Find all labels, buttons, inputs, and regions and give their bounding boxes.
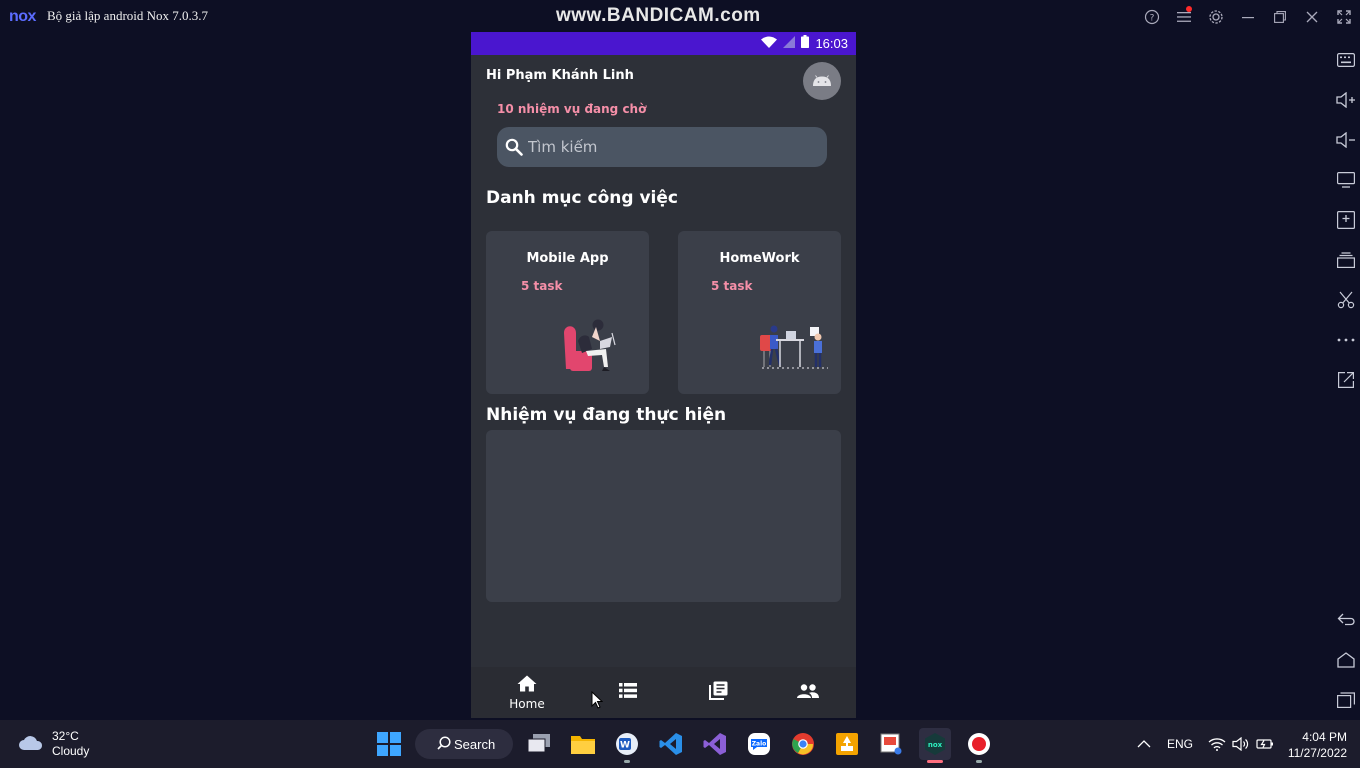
home-icon bbox=[517, 675, 537, 696]
vscode-icon[interactable] bbox=[655, 728, 687, 760]
input-language[interactable]: ENG bbox=[1167, 720, 1193, 768]
emulator-sidebar bbox=[1330, 40, 1360, 720]
greeting-text: Hi Phạm Khánh Linh bbox=[486, 68, 634, 83]
bandicam-watermark: www.BANDICAM.com bbox=[556, 5, 761, 26]
menu-icon[interactable] bbox=[1168, 6, 1200, 28]
recent-apps-icon[interactable] bbox=[1334, 688, 1358, 712]
nav-home-label: Home bbox=[509, 696, 545, 711]
volume-up-icon[interactable] bbox=[1334, 88, 1358, 112]
battery-charging-icon[interactable] bbox=[1256, 720, 1274, 768]
chrome-icon[interactable] bbox=[787, 728, 819, 760]
scissors-icon[interactable] bbox=[1334, 288, 1358, 312]
search-icon bbox=[503, 136, 525, 158]
category-task-count: 5 task bbox=[521, 279, 563, 293]
bandicam-record-icon[interactable] bbox=[963, 728, 995, 763]
search-icon bbox=[437, 736, 451, 753]
multi-instance-icon[interactable] bbox=[1334, 248, 1358, 272]
in-progress-title: Nhiệm vụ đang thực hiện bbox=[486, 405, 727, 425]
taskbar-clock[interactable]: 4:04 PM 11/27/2022 bbox=[1287, 729, 1347, 761]
nox-player-icon[interactable]: nox bbox=[919, 728, 951, 763]
weather-widget[interactable]: 32°C Cloudy bbox=[18, 729, 89, 759]
fullscreen-icon[interactable] bbox=[1328, 6, 1360, 28]
category-card-homework[interactable]: HomeWork 5 task bbox=[678, 231, 841, 394]
word-app-icon[interactable]: W bbox=[611, 728, 643, 763]
app-running-indicator bbox=[624, 760, 630, 763]
clock-time: 4:04 PM bbox=[1302, 730, 1347, 744]
library-icon bbox=[708, 681, 728, 705]
zalo-icon[interactable]: Zalo bbox=[743, 728, 775, 760]
app-active-indicator bbox=[927, 760, 943, 763]
bottom-navigation: Home bbox=[471, 667, 856, 718]
signal-icon bbox=[783, 35, 796, 52]
svg-text:Zalo: Zalo bbox=[752, 741, 767, 748]
apk-install-icon[interactable] bbox=[1334, 208, 1358, 232]
keyboard-icon[interactable] bbox=[1334, 48, 1358, 72]
windows-logo-icon bbox=[377, 732, 401, 756]
windows-taskbar: 32°C Cloudy Search W Zalo nox ENG 4:04 P… bbox=[0, 720, 1360, 768]
sourcetree-app-icon[interactable] bbox=[831, 728, 863, 760]
emulator-titlebar: nox Bộ giả lập android Nox 7.0.3.7 www.B… bbox=[0, 0, 1360, 32]
export-icon[interactable] bbox=[1334, 368, 1358, 392]
notification-dot bbox=[1186, 6, 1192, 12]
category-task-count: 5 task bbox=[711, 279, 753, 293]
window-title: Bộ giả lập android Nox 7.0.3.7 bbox=[47, 8, 209, 23]
people-icon bbox=[797, 683, 819, 702]
taskbar-search-label: Search bbox=[454, 736, 496, 752]
file-explorer-icon[interactable] bbox=[567, 728, 599, 760]
nox-logo: nox bbox=[9, 8, 36, 25]
status-time: 16:03 bbox=[815, 36, 848, 51]
categories-title: Danh mục công việc bbox=[486, 188, 678, 208]
mouse-cursor-icon bbox=[591, 690, 604, 713]
wifi-icon[interactable] bbox=[1208, 720, 1226, 768]
svg-text:W: W bbox=[620, 741, 630, 751]
battery-icon bbox=[801, 35, 810, 52]
wifi-icon bbox=[761, 36, 778, 52]
window-controls: ? bbox=[1136, 6, 1360, 28]
clock-date: 11/27/2022 bbox=[1287, 746, 1347, 760]
android-avatar-icon bbox=[813, 75, 831, 86]
weather-temperature: 32°C bbox=[52, 729, 79, 743]
volume-down-icon[interactable] bbox=[1334, 128, 1358, 152]
visual-studio-icon[interactable] bbox=[699, 728, 731, 760]
restore-icon[interactable] bbox=[1264, 6, 1296, 28]
help-icon[interactable]: ? bbox=[1136, 6, 1168, 28]
search-input[interactable] bbox=[528, 138, 808, 156]
close-icon[interactable] bbox=[1296, 6, 1328, 28]
speaker-icon[interactable] bbox=[1232, 720, 1250, 768]
snipping-tool-icon[interactable] bbox=[875, 728, 907, 760]
back-icon[interactable] bbox=[1334, 608, 1358, 632]
android-status-bar: 16:03 bbox=[471, 32, 856, 55]
start-button[interactable] bbox=[373, 728, 405, 760]
taskbar-search[interactable]: Search bbox=[415, 729, 513, 759]
cloud-icon bbox=[18, 733, 44, 755]
weather-condition: Cloudy bbox=[52, 744, 90, 758]
minimize-icon[interactable] bbox=[1232, 6, 1264, 28]
pending-tasks-count: 10 nhiệm vụ đang chờ bbox=[497, 102, 647, 116]
screen-icon[interactable] bbox=[1334, 168, 1358, 192]
svg-text:nox: nox bbox=[928, 741, 943, 749]
task-view-icon[interactable] bbox=[523, 728, 555, 760]
people-desk-illustration bbox=[758, 323, 830, 375]
app-running-indicator bbox=[976, 760, 982, 763]
svg-text:?: ? bbox=[1150, 14, 1155, 24]
nav-library[interactable] bbox=[673, 667, 763, 718]
search-bar[interactable] bbox=[497, 127, 827, 167]
in-progress-list bbox=[486, 430, 841, 602]
person-armchair-illustration bbox=[558, 315, 630, 379]
category-title: HomeWork bbox=[719, 251, 800, 266]
android-screen: 16:03 Hi Phạm Khánh Linh 10 nhiệm vụ đan… bbox=[471, 32, 856, 718]
avatar[interactable] bbox=[803, 62, 841, 100]
home-icon[interactable] bbox=[1334, 648, 1358, 672]
list-icon bbox=[619, 683, 637, 702]
nav-home[interactable]: Home bbox=[471, 667, 583, 718]
nav-people[interactable] bbox=[763, 667, 853, 718]
category-card-mobile-app[interactable]: Mobile App 5 task bbox=[486, 231, 649, 394]
category-title: Mobile App bbox=[526, 251, 609, 266]
more-icon[interactable] bbox=[1334, 328, 1358, 352]
show-hidden-icons-icon[interactable] bbox=[1137, 720, 1151, 768]
settings-icon[interactable] bbox=[1200, 6, 1232, 28]
